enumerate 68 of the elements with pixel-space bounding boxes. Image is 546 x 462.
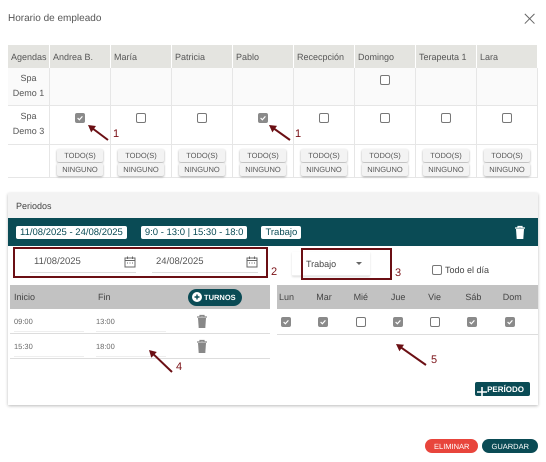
checkbox[interactable] <box>319 113 329 123</box>
day-header: Mié <box>352 285 389 309</box>
column-header: Fin <box>98 292 112 302</box>
column-header: Agendas <box>8 45 50 68</box>
annotation-number: 2 <box>271 266 278 278</box>
checkbox[interactable] <box>467 316 478 326</box>
day-header: Lun <box>277 285 314 309</box>
check-icon <box>259 113 267 123</box>
start-date-field[interactable]: 11/08/2025 <box>30 256 136 272</box>
trash-icon[interactable] <box>514 225 526 239</box>
day-header: Jue <box>388 285 426 309</box>
checkbox[interactable] <box>318 316 328 326</box>
day-header: Dom <box>500 285 538 309</box>
annotation-arrow <box>269 125 291 141</box>
column-header: Patricia <box>172 45 233 68</box>
checkbox[interactable] <box>75 113 85 123</box>
dialog-title: Horario de empleado <box>8 12 102 24</box>
checkbox[interactable] <box>380 113 390 123</box>
checkbox[interactable] <box>281 316 291 326</box>
calendar-icon <box>124 256 136 268</box>
column-header: Domingo <box>355 45 416 68</box>
checkbox[interactable] <box>502 113 512 123</box>
checkbox[interactable] <box>504 316 515 326</box>
column-header: Inicio <box>13 292 36 302</box>
day-header: Mar <box>314 285 352 309</box>
column-header: Andrea B. <box>50 45 111 68</box>
column-header: Pablo <box>233 45 294 68</box>
annotation-arrow <box>396 344 427 366</box>
checkbox[interactable] <box>430 316 440 326</box>
calendar-icon <box>246 256 258 268</box>
checkbox[interactable] <box>136 113 146 123</box>
date-value: 24/08/2025 <box>156 256 204 267</box>
checkbox-label: Todo el día <box>445 265 490 275</box>
annotation-arrow <box>149 350 173 373</box>
date-range-chip: 11/08/2025 - 24/08/2025 <box>16 226 127 238</box>
column-header: Rececpción <box>294 45 355 68</box>
checkbox[interactable] <box>432 265 442 275</box>
date-value: 11/08/2025 <box>34 256 81 267</box>
caret-icon <box>356 262 362 265</box>
checkbox[interactable] <box>356 316 366 326</box>
add-period-button[interactable]: PERÍODO <box>475 382 530 396</box>
end-date-field[interactable]: 24/08/2025 <box>152 256 258 272</box>
annotation-arrow <box>88 125 109 141</box>
annotation-number: 4 <box>176 361 182 373</box>
column-header: María <box>111 45 172 68</box>
annotation-number: 1 <box>295 128 302 140</box>
checkbox[interactable] <box>380 75 390 85</box>
checkbox[interactable] <box>197 113 207 123</box>
checkbox[interactable] <box>441 113 451 123</box>
checkbox[interactable] <box>392 316 403 326</box>
column-header: Lara <box>477 45 538 68</box>
section-title: Periodos <box>8 193 538 218</box>
day-header: Vie <box>426 285 464 309</box>
agenda-name: Spa Demo 1 <box>8 68 50 106</box>
check-icon <box>76 113 84 123</box>
annotation-number: 5 <box>431 354 438 366</box>
annotation-number: 3 <box>395 267 402 279</box>
column-header: Terapeuta 1 <box>416 45 477 68</box>
checkbox[interactable] <box>258 113 268 123</box>
type-select[interactable]: Trabajo <box>292 252 370 276</box>
plus-icon <box>477 387 488 397</box>
annotation-number: 1 <box>113 128 120 140</box>
type-chip: Trabajo <box>261 226 302 238</box>
hours-chip: 9:0 - 13:0 | 15:30 - 18:0 <box>140 226 248 238</box>
plus-circle-icon <box>192 292 202 302</box>
day-header: Sáb <box>463 285 501 309</box>
close-button[interactable]: × <box>521 8 538 28</box>
agenda-name: Spa Demo 3 <box>8 106 50 145</box>
